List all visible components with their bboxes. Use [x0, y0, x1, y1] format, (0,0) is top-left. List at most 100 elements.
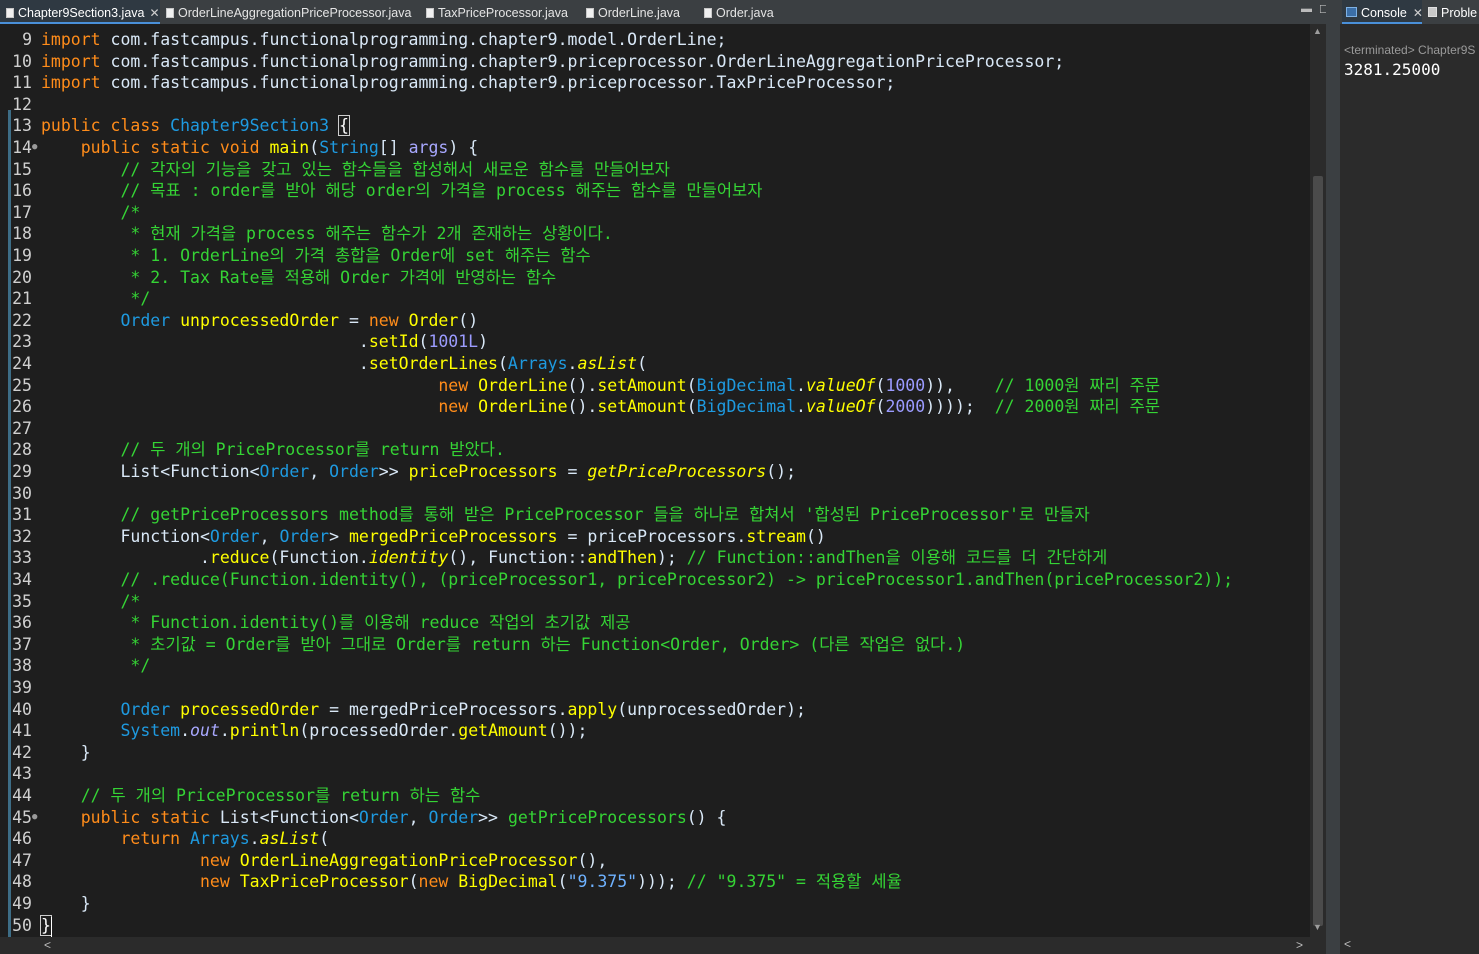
code-line[interactable]: // .reduce(Function.identity(), (pricePr…: [41, 569, 1233, 591]
code-token: stream: [746, 526, 806, 546]
code-line[interactable]: * 1. OrderLine의 가격 총합을 Order에 set 해주는 함수: [41, 245, 590, 267]
code-line[interactable]: import com.fastcampus.functionalprogramm…: [41, 72, 895, 94]
code-token: getPriceProcessors: [587, 462, 767, 481]
code-line[interactable]: // getPriceProcessors method를 통해 받은 Pric…: [41, 504, 1089, 526]
code-line[interactable]: Order processedOrder = mergedPriceProces…: [41, 699, 805, 721]
editor-vertical-scrollbar[interactable]: ▲ ▼: [1310, 24, 1326, 937]
tab-chapter9section3[interactable]: Chapter9Section3.java ✕: [0, 0, 160, 24]
line-number-text: 14: [12, 138, 32, 157]
code-token: // 1000원 짜리 주문: [994, 375, 1161, 395]
scroll-thumb[interactable]: [1313, 176, 1323, 926]
fold-icon[interactable]: ●: [32, 807, 37, 829]
code-token: )),: [925, 375, 995, 395]
editor-horizontal-scrollbar[interactable]: < >: [40, 937, 1310, 954]
scroll-right-icon[interactable]: >: [1296, 938, 1303, 952]
minimize-icon[interactable]: ▬: [1301, 3, 1312, 15]
console-output[interactable]: 3281.25000: [1344, 60, 1440, 79]
tab-problems[interactable]: Proble: [1428, 0, 1479, 24]
view-divider[interactable]: [1326, 0, 1340, 954]
code-token: unprocessedOrder: [180, 310, 340, 330]
code-token: import: [41, 30, 101, 49]
tab-taxpriceprocessor[interactable]: TaxPriceProcessor.java: [420, 0, 580, 24]
code-token: new: [438, 397, 479, 417]
code-line[interactable]: // 두 개의 PriceProcessor를 return 받았다.: [41, 439, 504, 461]
code-line[interactable]: * 2. Tax Rate를 적용해 Order 가격에 반영하는 함수: [41, 267, 556, 289]
code-line[interactable]: .reduce(Function.identity(), Function::a…: [41, 547, 1107, 569]
line-number-text: 20: [12, 267, 32, 287]
code-line[interactable]: * 초기값 = Order를 받아 그대로 Order를 return 하는 F…: [41, 634, 965, 656]
code-line[interactable]: // 두 개의 PriceProcessor를 return 하는 함수: [41, 785, 481, 807]
code-token: import: [41, 51, 101, 71]
tab-orderline[interactable]: OrderLine.java: [580, 0, 696, 24]
code-line[interactable]: * Function.identity()를 이용해 reduce 작업의 초기…: [41, 612, 630, 634]
code-token: Arrays: [190, 829, 250, 849]
console-view[interactable]: <terminated> Chapter9S 3281.25000 <: [1340, 24, 1479, 954]
code-line[interactable]: public static void main(String[] args) {: [41, 137, 478, 159]
code-line[interactable]: /*: [41, 202, 140, 224]
scroll-left-icon[interactable]: <: [1344, 937, 1351, 951]
code-token: ().: [567, 397, 598, 417]
code-line[interactable]: new OrderLineAggregationPriceProcessor()…: [41, 850, 607, 872]
code-token: .: [796, 397, 806, 417]
code-line[interactable]: Function<Order, Order> mergedPriceProces…: [41, 526, 825, 548]
scroll-up-icon[interactable]: ▲: [1313, 26, 1322, 36]
code-line[interactable]: * 현재 가격을 process 해주는 함수가 2개 존재하는 상황이다.: [41, 223, 613, 245]
code-token: ) {: [448, 138, 479, 157]
code-token: () {: [686, 807, 727, 827]
scroll-left-icon[interactable]: <: [44, 938, 51, 952]
close-icon[interactable]: ✕: [149, 6, 159, 20]
code-token: ): [478, 332, 489, 352]
code-line[interactable]: new OrderLine().setAmount(BigDecimal.val…: [41, 396, 1160, 418]
line-number-text: 49: [12, 894, 32, 913]
code-line[interactable]: return Arrays.asList(: [41, 828, 329, 850]
code-token: */: [41, 656, 151, 676]
line-number: 26: [0, 396, 32, 418]
line-number-text: 33: [12, 548, 32, 568]
code-line[interactable]: /*: [41, 591, 140, 613]
code-line[interactable]: // 목표 : order를 받아 해당 order의 가격을 process …: [41, 180, 762, 202]
line-number: 35: [0, 591, 32, 613]
console-horizontal-scrollbar[interactable]: <: [1340, 936, 1479, 954]
code-token: (: [408, 872, 419, 892]
tab-orderlineaggregationpriceprocessor[interactable]: OrderLineAggregationPriceProcessor.java: [160, 0, 416, 24]
line-number: 27: [0, 418, 32, 440]
code-line[interactable]: }: [41, 742, 91, 764]
code-line[interactable]: public class Chapter9Section3 {: [41, 115, 350, 137]
code-token: ());: [547, 721, 588, 741]
code-line[interactable]: }: [40, 914, 52, 937]
code-line[interactable]: List<Function<Order, Order>> priceProces…: [41, 461, 796, 483]
code-line[interactable]: System.out.println(processedOrder.getAmo…: [41, 720, 587, 742]
java-file-icon: [6, 8, 14, 18]
code-token: (: [875, 375, 886, 395]
code-line[interactable]: .setId(1001L): [41, 331, 488, 353]
code-line[interactable]: }: [41, 893, 91, 915]
code-editor[interactable]: 9 10 11 12 13 14 ● 15 16 17 18 19 20 21 22 23 24 25 26 27 28…: [0, 24, 1310, 937]
code-token: /*: [41, 591, 141, 611]
code-token: new: [368, 310, 409, 330]
code-line[interactable]: */: [41, 655, 150, 677]
line-number: 18: [0, 223, 32, 245]
code-token: * 현재 가격을 process 해주는 함수가 2개 존재하는 상황이다.: [41, 224, 613, 244]
line-number: 50: [0, 915, 32, 937]
code-line[interactable]: .setOrderLines(Arrays.asList(: [41, 353, 647, 375]
code-line[interactable]: */: [41, 288, 150, 310]
line-number-text: 43: [12, 764, 32, 784]
code-token: asList: [577, 354, 638, 373]
code-line[interactable]: Order unprocessedOrder = new Order(): [41, 310, 478, 332]
code-line[interactable]: new TaxPriceProcessor(new BigDecimal("9.…: [41, 871, 902, 893]
tab-console[interactable]: Console ✕: [1342, 0, 1423, 24]
code-line[interactable]: // 각자의 기능을 갖고 있는 함수들을 합성해서 새로운 함수를 만들어보자: [41, 159, 670, 181]
code-line[interactable]: new OrderLine().setAmount(BigDecimal.val…: [41, 375, 1160, 397]
line-number: 36: [0, 612, 32, 634]
code-token: >: [329, 526, 349, 546]
tab-order[interactable]: Order.java: [698, 0, 798, 24]
line-number-text: 15: [12, 159, 32, 179]
scroll-down-icon[interactable]: ▼: [1313, 922, 1322, 932]
code-token: .: [219, 721, 230, 741]
fold-icon[interactable]: ●: [32, 137, 37, 159]
code-line[interactable]: public static List<Function<Order, Order…: [41, 807, 727, 829]
code-line[interactable]: import com.fastcampus.functionalprogramm…: [41, 29, 726, 51]
close-icon[interactable]: ✕: [1413, 6, 1423, 20]
code-line[interactable]: import com.fastcampus.functionalprogramm…: [41, 51, 1064, 73]
